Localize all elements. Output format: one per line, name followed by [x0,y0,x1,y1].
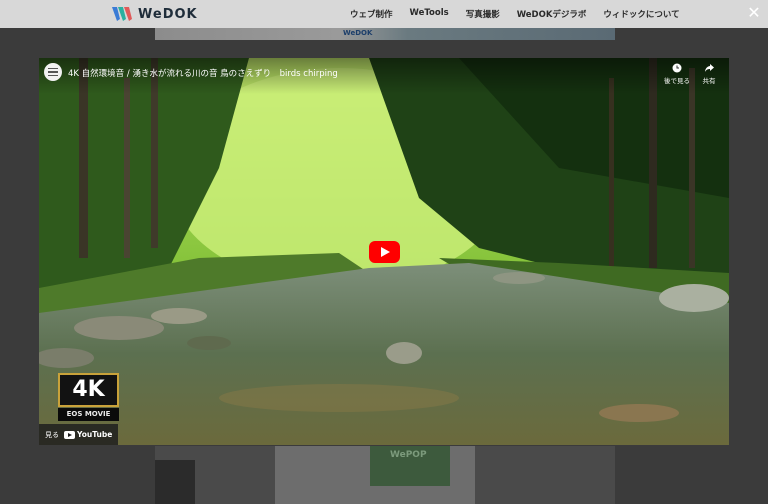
nav-item-about[interactable]: ウィドックについて [603,8,679,20]
page-banner-image: WeDOK [155,28,615,40]
main-nav: ウェブ制作 WeTools 写真撮影 WeDOKデジラボ ウィドックについて [350,8,680,20]
share-button[interactable]: 共有 [691,63,727,85]
banner-stamp: WeDOK [343,29,373,37]
watch-later-button[interactable]: 後で見る [659,63,695,85]
youtube-player[interactable]: 4K 自然環境音 / 湧き水が流れる川の音 鳥のさえずり birds chirp… [39,58,729,445]
site-header: WeDOK ウェブ制作 WeTools 写真撮影 WeDOKデジラボ ウィドック… [0,0,768,28]
eos-movie-badge: EOS MOVIE [58,408,119,421]
youtube-play-icon [64,430,75,439]
box-shape: WePOP [275,446,475,504]
player-top-bar: 4K 自然環境音 / 湧き水が流れる川の音 鳥のさえずり birds chirp… [39,58,729,94]
watch-on-youtube-button[interactable]: 見る YouTube [39,424,119,445]
site-logo[interactable]: WeDOK [112,4,198,24]
page-product-image: WePOP [155,446,615,504]
clock-icon [672,63,682,73]
nav-item-digilab[interactable]: WeDOKデジラボ [517,8,587,20]
4k-badge: 4K [58,373,119,407]
nav-item-web-production[interactable]: ウェブ制作 [350,8,393,20]
youtube-wordmark: YouTube [77,430,113,439]
nav-item-wetools[interactable]: WeTools [410,8,449,20]
logo-mark-icon [112,7,132,21]
cup-shape [155,460,195,504]
channel-avatar[interactable] [44,63,62,81]
share-arrow-icon [704,64,714,72]
box-label: WePOP [390,450,427,460]
youtube-logo: YouTube [64,430,112,439]
box-lid: WePOP [370,446,450,486]
watch-on-label: 見る [45,430,59,439]
share-label: 共有 [702,77,716,85]
close-button[interactable]: ✕ [746,4,762,22]
nav-item-photography[interactable]: 写真撮影 [466,8,500,20]
play-button[interactable] [369,241,400,263]
video-title[interactable]: 4K 自然環境音 / 湧き水が流れる川の音 鳥のさえずり birds chirp… [68,67,338,79]
watch-later-label: 後で見る [664,77,690,85]
logo-text: WeDOK [138,6,198,22]
